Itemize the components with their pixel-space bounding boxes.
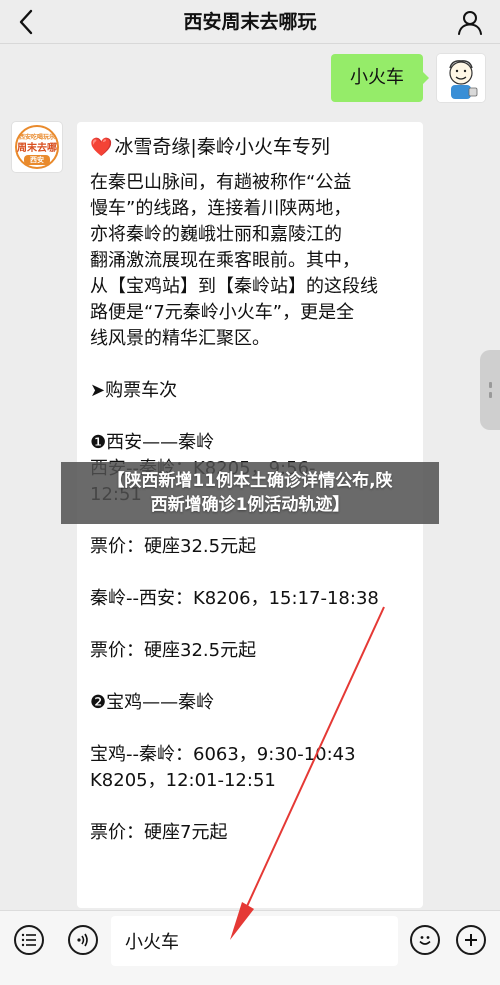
message-line: 在秦巴山脉间，有趟被称作“公益 — [90, 172, 352, 193]
person-icon — [458, 11, 482, 35]
scroll-handle[interactable] — [480, 350, 500, 430]
list-icon — [21, 933, 36, 947]
message-input[interactable] — [111, 916, 398, 966]
message-line: ❷宝鸡——秦岭 — [90, 692, 215, 713]
overlay-banner: 【陕西新增11例本土确诊详情公布,陕 西新增确诊1例活动轨迹】 — [61, 462, 439, 524]
message-line: 票价：硬座7元起 — [90, 822, 228, 843]
overlay-line-2: 西新增确诊1例活动轨迹】 — [150, 495, 350, 515]
avatar-bottom-text: 西安 — [24, 155, 50, 165]
emoji-button[interactable] — [410, 925, 440, 955]
message-line: 从【宝鸡站】到【秦岭站】的这段线 — [90, 276, 378, 297]
message-title: 冰雪奇缘|秦岭小火车专列 — [114, 136, 330, 158]
message-line: 慢车”的线路，连接着川陕两地， — [90, 198, 352, 219]
message-line: 秦岭--西安：K8206，15:17-18:38 — [90, 588, 379, 609]
message-line: K8205，12:01-12:51 — [90, 770, 276, 791]
scroll-handle-grip — [488, 392, 492, 398]
message-line: 亦将秦岭的巍峨壮丽和嘉陵江的 — [90, 224, 342, 245]
menu-button[interactable] — [14, 925, 44, 955]
outgoing-message-text: 小火车 — [350, 67, 404, 88]
voice-button[interactable] — [68, 925, 98, 955]
user-avatar[interactable] — [437, 54, 485, 102]
cartoon-avatar-icon — [437, 54, 485, 102]
page-title: 西安周末去哪玩 — [183, 11, 317, 33]
message-line: ➤购票车次 — [90, 380, 178, 401]
account-avatar[interactable]: 西安吃喝玩乐 周末去哪 西安 — [12, 122, 62, 172]
plus-icon — [465, 934, 477, 946]
message-line: 路便是“7元秦岭小火车”，更是全 — [90, 302, 355, 323]
profile-button[interactable] — [454, 6, 486, 38]
smile-icon — [419, 936, 431, 945]
message-line: ❶西安——秦岭 — [90, 432, 215, 453]
message-line: 翻涌激流展现在乘客眼前。其中， — [90, 250, 360, 271]
message-line: 票价：硬座32.5元起 — [90, 536, 257, 557]
message-title-line: ❤️ 冰雪奇缘|秦岭小火车专列 — [90, 134, 412, 160]
voice-icon — [77, 933, 88, 947]
input-bar — [0, 910, 500, 985]
outgoing-message-bubble[interactable]: 小火车 — [331, 54, 429, 102]
heart-icon: ❤️ — [90, 137, 113, 158]
overlay-line-1: 【陕西新增11例本土确诊详情公布,陕 — [107, 471, 393, 491]
avatar-mid-text: 周末去哪 — [17, 143, 57, 154]
message-line: 线风景的精华汇聚区。 — [90, 328, 270, 349]
scroll-handle-grip — [488, 382, 492, 388]
header-bar: 西安周末去哪玩 — [0, 0, 500, 44]
message-line: 票价：硬座32.5元起 — [90, 640, 257, 661]
message-line: 宝鸡--秦岭：6063，9:30-10:43 — [90, 744, 356, 765]
plus-button[interactable] — [456, 925, 486, 955]
